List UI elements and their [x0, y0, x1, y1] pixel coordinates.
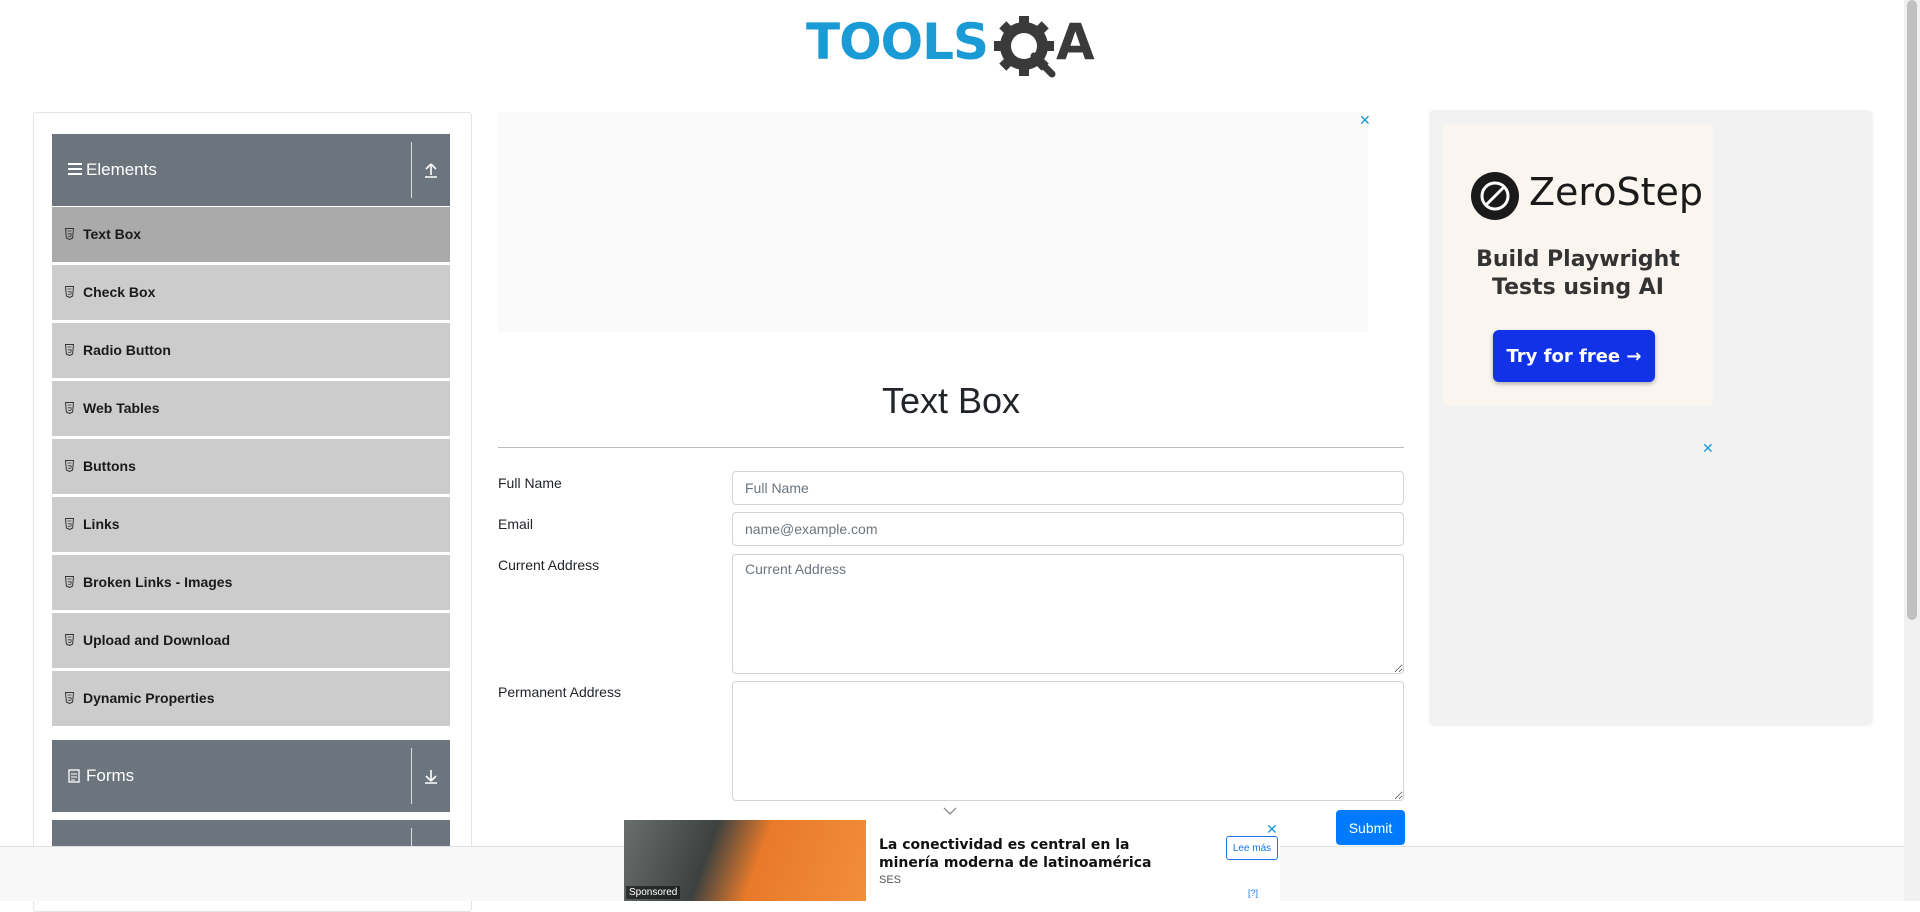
email-label: Email: [498, 516, 534, 532]
sidebar-item-label: Upload and Download: [83, 632, 230, 648]
right-ad-banner[interactable]: ZeroStep Build Playwright Tests using AI…: [1431, 112, 1871, 724]
top-ad-banner[interactable]: [498, 112, 1368, 332]
sidebar-item-buttons[interactable]: Buttons: [52, 439, 450, 494]
sidebar-group-title: Forms: [86, 766, 135, 785]
logo-text-a: A: [1056, 13, 1095, 71]
permanent-address-label: Permanent Address: [498, 684, 621, 700]
html5-icon: [65, 692, 74, 704]
full-name-input[interactable]: [732, 471, 1404, 505]
zerostep-ad-card[interactable]: ZeroStep Build Playwright Tests using AI…: [1443, 124, 1713, 406]
title-divider: [498, 447, 1404, 448]
zerostep-brand: ZeroStep: [1529, 170, 1703, 214]
sidebar-item-label: Web Tables: [83, 400, 160, 416]
sponsored-headline[interactable]: La conectividad es central en la minería…: [879, 836, 1179, 872]
sidebar-item-web-tables[interactable]: Web Tables: [52, 381, 450, 436]
logo-text-tools: TOOLS: [806, 13, 989, 71]
html5-icon: [65, 634, 74, 646]
try-for-free-button[interactable]: Try for free →: [1493, 330, 1655, 382]
document-icon: [68, 769, 80, 783]
html5-icon: [65, 228, 74, 240]
hamburger-icon: [68, 163, 82, 177]
current-address-label: Current Address: [498, 557, 600, 573]
close-icon[interactable]: ✕: [1359, 113, 1371, 127]
scrollbar-thumb[interactable]: [1907, 0, 1917, 620]
gear-magnifier-icon: [994, 16, 1056, 78]
sidebar-item-label: Radio Button: [83, 342, 171, 358]
sidebar-item-dynamic-properties[interactable]: Dynamic Properties: [52, 671, 450, 726]
ad-info-icon[interactable]: [?]: [1248, 888, 1258, 898]
divider: [411, 748, 412, 804]
zerostep-tagline: Build Playwright Tests using AI: [1476, 247, 1680, 300]
page-title: Text Box: [881, 380, 1021, 421]
sidebar-item-label: Links: [83, 516, 120, 532]
html5-icon: [65, 286, 74, 298]
sponsored-source: SES: [879, 874, 902, 886]
zerostep-logo-icon: [1471, 172, 1519, 220]
sidebar-item-upload-and-download[interactable]: Upload and Download: [52, 613, 450, 668]
sidebar-item-broken-links-images[interactable]: Broken Links - Images: [52, 555, 450, 610]
html5-icon: [65, 576, 74, 588]
chevron-down-icon[interactable]: [943, 806, 957, 816]
sidebar-item-label: Text Box: [83, 226, 142, 242]
divider: [411, 142, 412, 198]
close-icon[interactable]: ✕: [1266, 822, 1278, 836]
sidebar-group-elements[interactable]: Elements: [52, 134, 450, 206]
full-name-label: Full Name: [498, 475, 562, 491]
sidebar-item-label: Broken Links - Images: [83, 574, 233, 590]
sidebar-item-check-box[interactable]: Check Box: [52, 265, 450, 320]
email-input[interactable]: [732, 512, 1404, 546]
sponsored-ad-image[interactable]: Sponsored: [624, 820, 866, 901]
sidebar-item-label: Dynamic Properties: [83, 690, 215, 706]
sponsored-ad[interactable]: Sponsored La conectividad es central en …: [624, 820, 1280, 901]
submit-button[interactable]: Submit: [1336, 810, 1405, 845]
collapse-up-icon[interactable]: [424, 161, 438, 179]
sidebar-item-radio-button[interactable]: Radio Button: [52, 323, 450, 378]
sidebar-group-title: Elements: [86, 160, 157, 179]
html5-icon: [65, 518, 74, 530]
expand-down-icon[interactable]: [424, 767, 438, 785]
current-address-textarea[interactable]: [732, 554, 1404, 674]
html5-icon: [65, 344, 74, 356]
sponsored-tag: Sponsored: [626, 886, 681, 899]
sidebar-item-links[interactable]: Links: [52, 497, 450, 552]
lee-mas-button[interactable]: Lee más: [1226, 836, 1278, 860]
sidebar-item-text-box[interactable]: Text Box: [52, 207, 450, 262]
close-icon[interactable]: ✕: [1702, 441, 1714, 455]
header: TOOLS A: [0, 0, 1904, 90]
html5-icon: [65, 402, 74, 414]
toolsqa-logo[interactable]: TOOLS A: [806, 12, 1101, 82]
sidebar-item-label: Check Box: [83, 284, 156, 300]
permanent-address-textarea[interactable]: [732, 681, 1404, 801]
html5-icon: [65, 460, 74, 472]
sidebar-group-forms[interactable]: Forms: [52, 740, 450, 812]
sidebar-item-label: Buttons: [83, 458, 136, 474]
